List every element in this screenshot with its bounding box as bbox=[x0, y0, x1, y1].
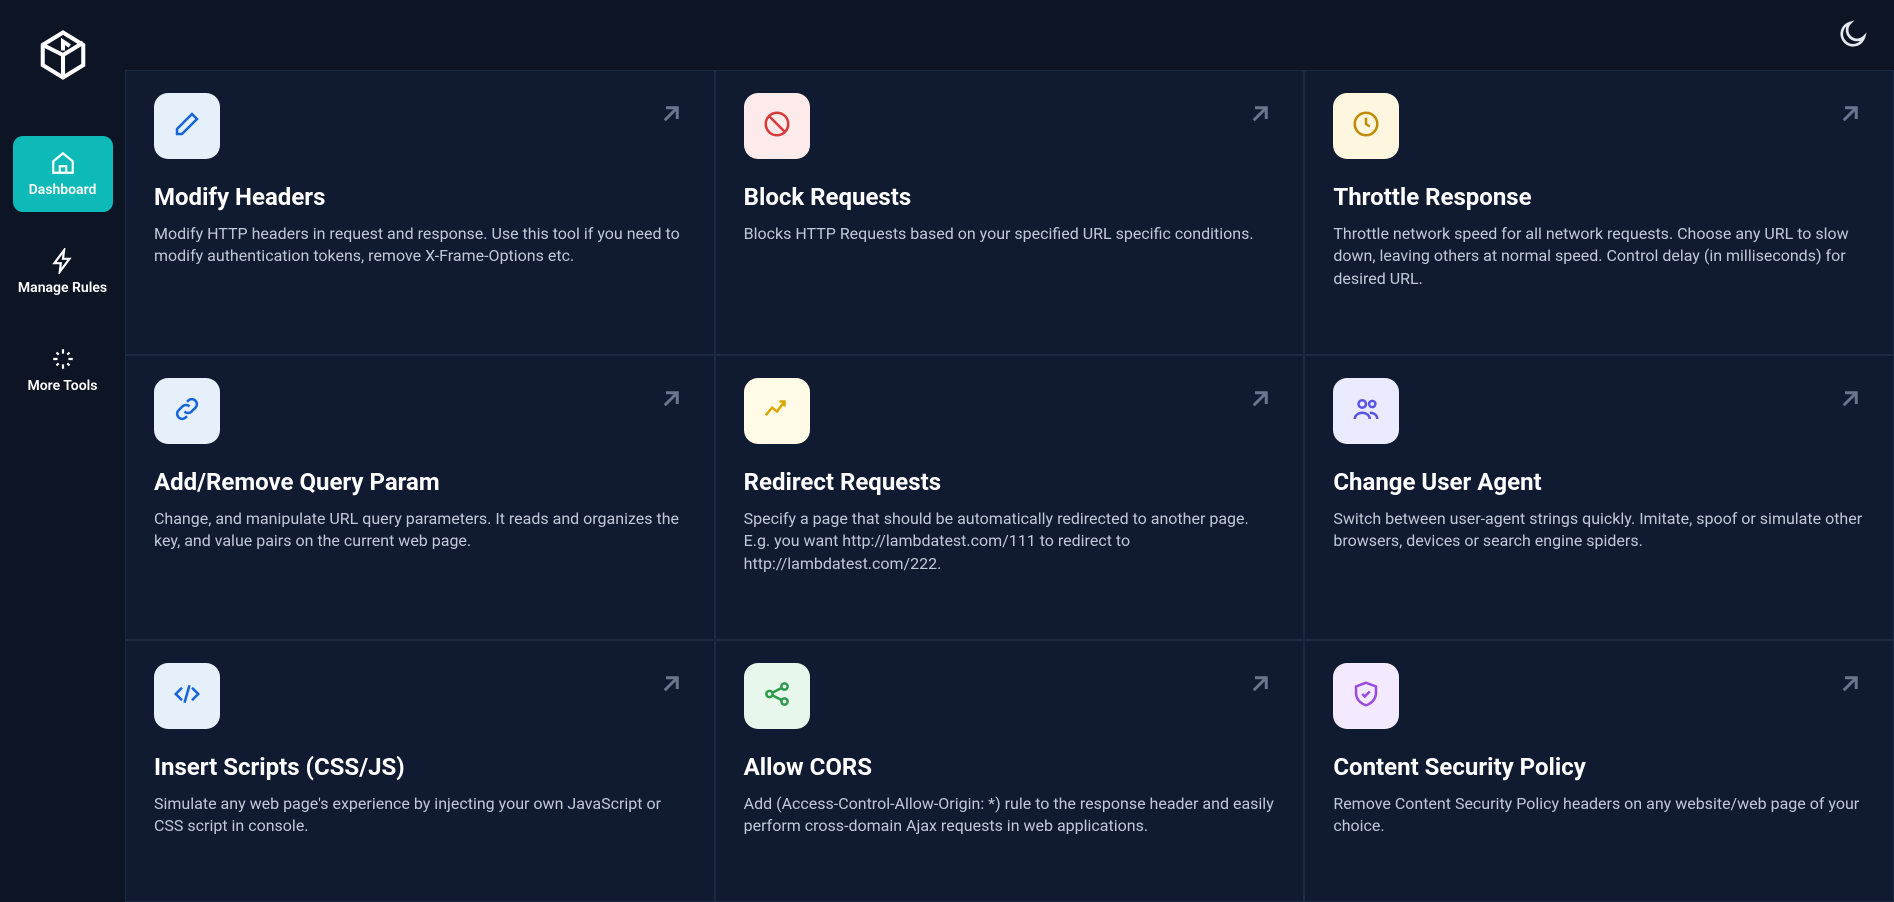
sidebar: Dashboard Manage Rules More Tools bbox=[0, 0, 125, 902]
sidebar-item-label: Manage Rules bbox=[18, 280, 107, 296]
sidebar-item-label: Dashboard bbox=[29, 182, 97, 198]
card-desc: Add (Access-Control-Allow-Origin: *) rul… bbox=[744, 793, 1276, 838]
card-allow-cors[interactable]: Allow CORS Add (Access-Control-Allow-Ori… bbox=[715, 640, 1305, 902]
card-icon-wrap bbox=[154, 378, 220, 444]
sidebar-item-more-tools[interactable]: More Tools bbox=[13, 332, 113, 408]
card-title: Add/Remove Query Param bbox=[154, 468, 686, 496]
home-icon bbox=[50, 150, 76, 176]
pencil-icon bbox=[172, 109, 202, 143]
card-desc: Blocks HTTP Requests based on your speci… bbox=[744, 223, 1276, 245]
card-desc: Modify HTTP headers in request and respo… bbox=[154, 223, 686, 268]
app-logo bbox=[36, 28, 90, 82]
card-title: Change User Agent bbox=[1333, 468, 1865, 496]
card-icon-wrap bbox=[154, 93, 220, 159]
arrow-up-right-icon bbox=[1245, 99, 1275, 129]
sidebar-item-manage-rules[interactable]: Manage Rules bbox=[13, 234, 113, 310]
bolt-icon bbox=[50, 248, 76, 274]
card-redirect-requests[interactable]: Redirect Requests Specify a page that sh… bbox=[715, 355, 1305, 640]
arrow-up-right-icon bbox=[656, 384, 686, 414]
arrow-up-right-icon bbox=[1245, 384, 1275, 414]
card-title: Block Requests bbox=[744, 183, 1276, 211]
main-area: Modify Headers Modify HTTP headers in re… bbox=[125, 0, 1894, 902]
sidebar-item-label: More Tools bbox=[28, 378, 98, 394]
arrow-up-right-icon bbox=[1835, 384, 1865, 414]
card-block-requests[interactable]: Block Requests Blocks HTTP Requests base… bbox=[715, 70, 1305, 355]
card-title: Insert Scripts (CSS/JS) bbox=[154, 753, 686, 781]
card-insert-scripts[interactable]: Insert Scripts (CSS/JS) Simulate any web… bbox=[125, 640, 715, 902]
arrow-up-right-icon bbox=[1835, 669, 1865, 699]
card-icon-wrap bbox=[744, 378, 810, 444]
clock-icon bbox=[1351, 109, 1381, 143]
card-desc: Change, and manipulate URL query paramet… bbox=[154, 508, 686, 553]
link-icon bbox=[172, 394, 202, 428]
code-icon bbox=[172, 679, 202, 713]
card-csp[interactable]: Content Security Policy Remove Content S… bbox=[1304, 640, 1894, 902]
shield-check-icon bbox=[1351, 679, 1381, 713]
card-title: Modify Headers bbox=[154, 183, 686, 211]
card-desc: Remove Content Security Policy headers o… bbox=[1333, 793, 1865, 838]
cards-grid: Modify Headers Modify HTTP headers in re… bbox=[125, 70, 1894, 902]
card-throttle-response[interactable]: Throttle Response Throttle network speed… bbox=[1304, 70, 1894, 355]
topbar bbox=[125, 0, 1894, 70]
card-icon-wrap bbox=[1333, 663, 1399, 729]
card-desc: Throttle network speed for all network r… bbox=[1333, 223, 1865, 290]
arrow-up-right-icon bbox=[656, 669, 686, 699]
theme-toggle-button[interactable] bbox=[1836, 19, 1868, 51]
card-title: Throttle Response bbox=[1333, 183, 1865, 211]
card-desc: Simulate any web page's experience by in… bbox=[154, 793, 686, 838]
card-query-param[interactable]: Add/Remove Query Param Change, and manip… bbox=[125, 355, 715, 640]
users-icon bbox=[1351, 394, 1381, 428]
card-icon-wrap bbox=[1333, 378, 1399, 444]
card-title: Allow CORS bbox=[744, 753, 1276, 781]
card-icon-wrap bbox=[154, 663, 220, 729]
arrow-up-right-icon bbox=[656, 99, 686, 129]
card-icon-wrap bbox=[1333, 93, 1399, 159]
sparkles-icon bbox=[50, 346, 76, 372]
trend-up-icon bbox=[762, 394, 792, 428]
ban-icon bbox=[762, 109, 792, 143]
arrow-up-right-icon bbox=[1835, 99, 1865, 129]
sidebar-item-dashboard[interactable]: Dashboard bbox=[13, 136, 113, 212]
card-desc: Specify a page that should be automatica… bbox=[744, 508, 1276, 575]
card-title: Content Security Policy bbox=[1333, 753, 1865, 781]
share-icon bbox=[762, 679, 792, 713]
card-title: Redirect Requests bbox=[744, 468, 1276, 496]
card-desc: Switch between user-agent strings quickl… bbox=[1333, 508, 1865, 553]
moon-icon bbox=[1836, 36, 1868, 55]
card-icon-wrap bbox=[744, 663, 810, 729]
card-modify-headers[interactable]: Modify Headers Modify HTTP headers in re… bbox=[125, 70, 715, 355]
arrow-up-right-icon bbox=[1245, 669, 1275, 699]
card-icon-wrap bbox=[744, 93, 810, 159]
card-user-agent[interactable]: Change User Agent Switch between user-ag… bbox=[1304, 355, 1894, 640]
